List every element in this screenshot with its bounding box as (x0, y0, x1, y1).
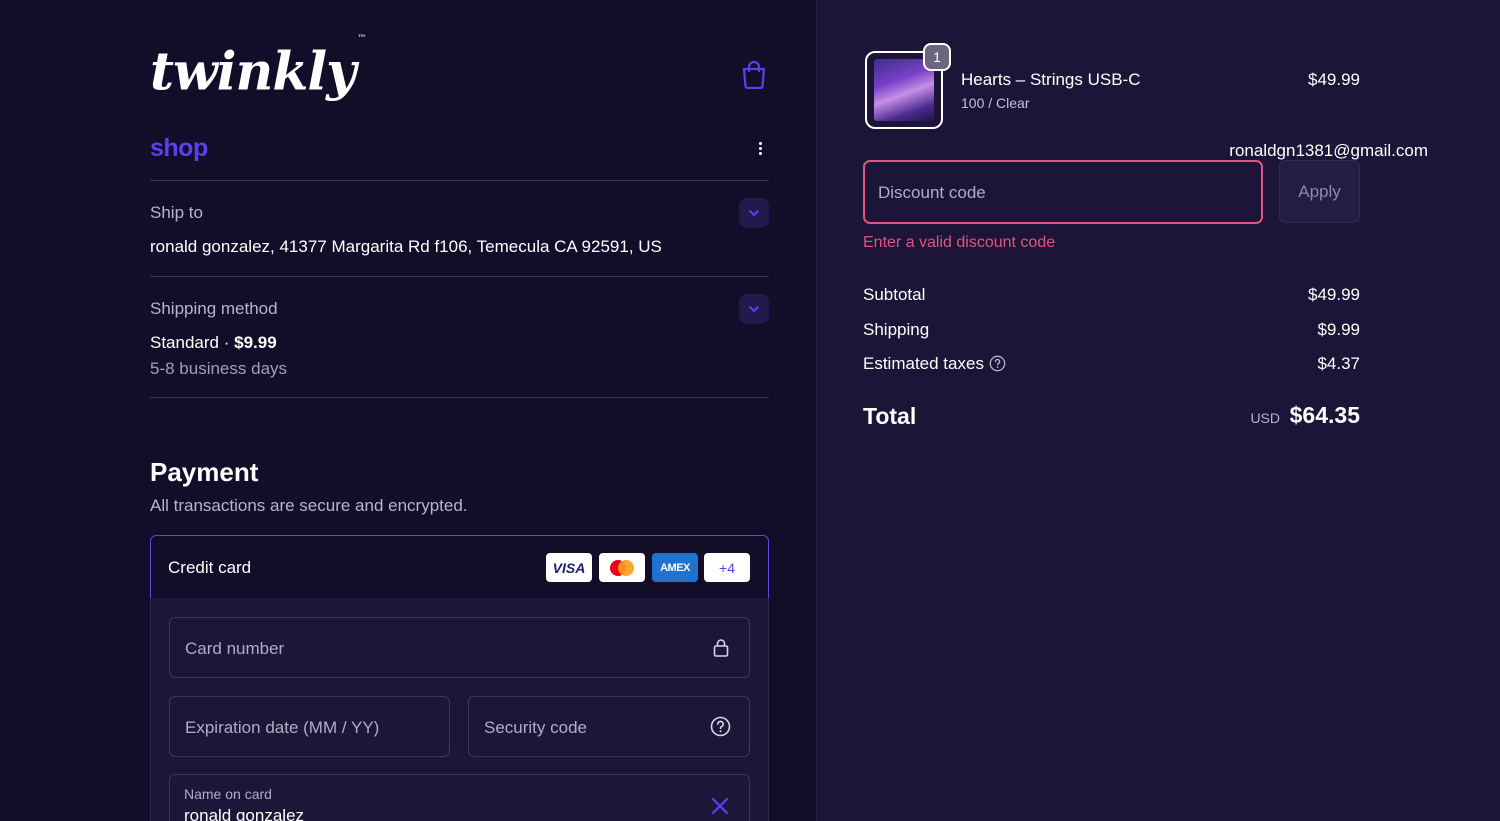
shop-pay-link[interactable]: shop (150, 134, 208, 163)
visa-logo: VISA (546, 553, 592, 582)
name-on-card-value: ronald gonzalez (184, 806, 305, 821)
quantity-badge: 1 (923, 43, 951, 71)
ship-to-expand-button[interactable] (739, 198, 769, 228)
name-on-card-label: Name on card (184, 786, 272, 802)
payment-subtitle: All transactions are secure and encrypte… (150, 496, 468, 515)
discount-error-message: Enter a valid discount code (863, 234, 1056, 251)
credit-card-option[interactable]: Credit card VISA AMEX +4 (150, 535, 769, 599)
subtotal-label: Subtotal (863, 285, 926, 304)
card-number-placeholder: Card number (185, 639, 285, 658)
help-circle-icon (710, 716, 731, 737)
shipping-label: Shipping (863, 320, 930, 339)
chevron-down-icon (749, 306, 759, 312)
shipping-value: $9.99 (1317, 320, 1360, 339)
shipping-method-name: Standard (150, 333, 219, 352)
divider (150, 180, 769, 181)
estimated-taxes-label: Estimated taxes (863, 354, 984, 373)
name-on-card-field[interactable]: Name on card ronald gonzalez (169, 774, 750, 821)
account-menu-icon[interactable] (753, 140, 767, 160)
shipping-method-separator: · (223, 333, 230, 352)
mastercard-logo (599, 553, 645, 582)
ship-to-label: Ship to (150, 203, 203, 222)
chevron-down-icon (749, 210, 759, 216)
total-label: Total (863, 403, 917, 429)
expiration-date-placeholder: Expiration date (MM / YY) (185, 718, 380, 737)
more-cards-badge: +4 (704, 553, 750, 582)
lock-icon (713, 639, 729, 657)
shipping-method-value: Standard · $9.99 (150, 333, 277, 353)
shipping-method-label: Shipping method (150, 299, 278, 318)
product-name: Hearts – Strings USB-C (961, 70, 1141, 89)
product-price: $49.99 (1308, 70, 1360, 89)
divider (150, 397, 769, 398)
amex-logo: AMEX (652, 553, 698, 582)
taxes-help-icon[interactable] (989, 355, 1006, 372)
estimated-taxes-value: $4.37 (1317, 354, 1360, 373)
shopping-bag-icon[interactable] (741, 59, 767, 90)
trademark-mark: ™ (357, 34, 366, 44)
discount-code-placeholder: Discount code (878, 183, 986, 202)
payment-title: Payment (150, 457, 259, 487)
subtotal-value: $49.99 (1308, 285, 1360, 304)
divider (150, 276, 769, 277)
product-variant: 100 / Clear (961, 95, 1030, 111)
account-email: ronaldgn1381@gmail.com (1229, 141, 1428, 160)
security-code-field[interactable]: Security code (468, 696, 750, 757)
apply-discount-button[interactable]: Apply (1279, 160, 1360, 223)
shipping-method-price: $9.99 (234, 333, 277, 352)
brand-logo-text: twinkly (150, 41, 356, 103)
total-value: $64.35 (1289, 402, 1360, 428)
shipping-method-expand-button[interactable] (739, 294, 769, 324)
ship-to-address: ronald gonzalez, 41377 Margarita Rd f106… (150, 237, 662, 256)
card-number-field[interactable]: Card number (169, 617, 750, 678)
clear-icon (711, 797, 729, 815)
total-currency: USD (1250, 410, 1280, 426)
brand-logo[interactable]: twinkly™ (150, 34, 366, 108)
expiration-date-field[interactable]: Expiration date (MM / YY) (169, 696, 450, 757)
discount-code-input[interactable]: Discount code (863, 160, 1263, 224)
credit-card-label: Credit card (168, 558, 252, 577)
security-code-placeholder: Security code (484, 718, 587, 737)
shipping-method-eta: 5-8 business days (150, 359, 288, 378)
